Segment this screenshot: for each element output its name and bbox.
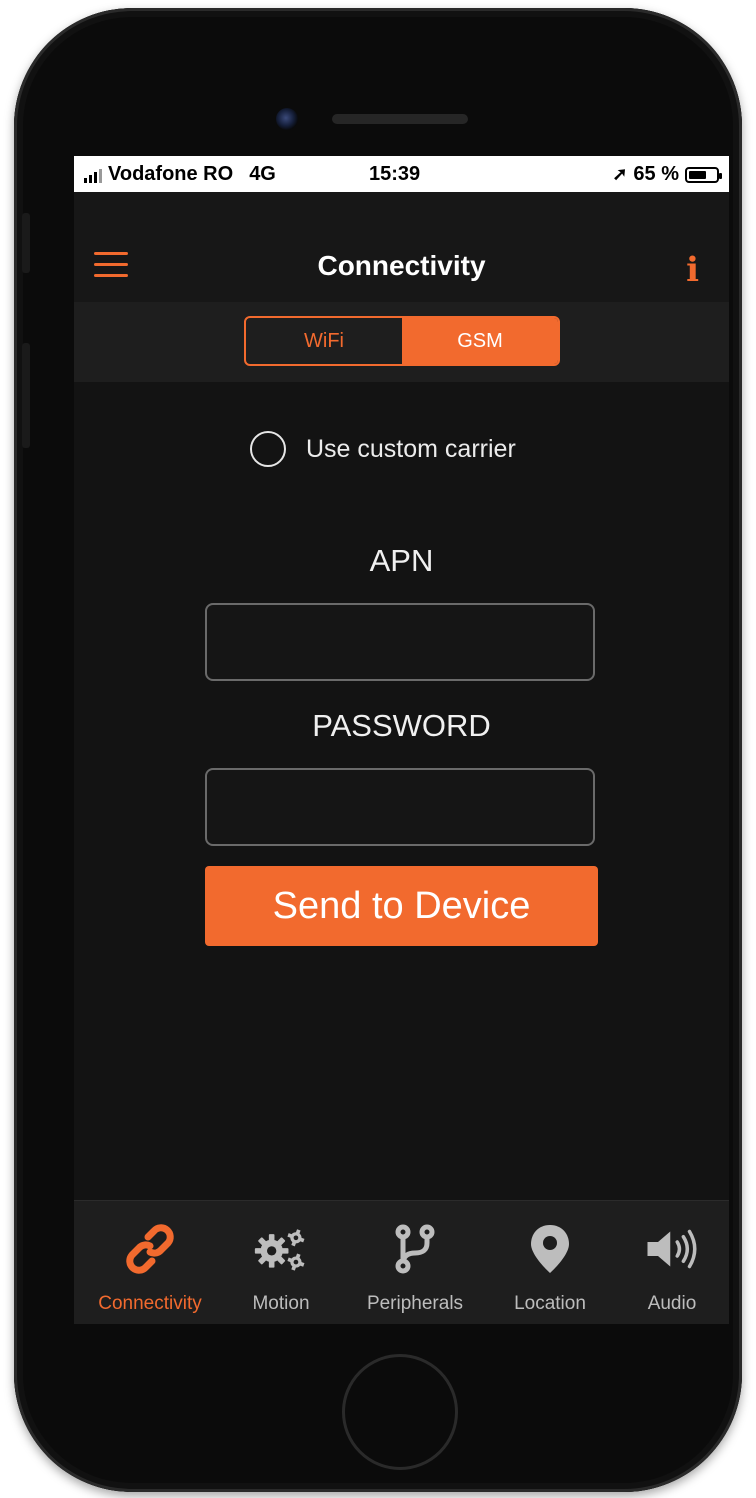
nav-bar: Connectivity i	[74, 192, 729, 303]
tab-location[interactable]: Location	[488, 1201, 612, 1324]
tab-label: Motion	[252, 1293, 310, 1314]
earpiece-speaker	[332, 114, 468, 124]
battery-icon	[685, 166, 722, 183]
bottom-tab-bar: Connectivity Motion Peripherals Location…	[74, 1200, 729, 1324]
map-pin-icon	[522, 1223, 578, 1275]
password-input[interactable]	[205, 768, 595, 846]
status-time: 15:39	[369, 163, 421, 185]
page-title: Connectivity	[317, 250, 486, 281]
status-right: ➚ 65 %	[612, 163, 722, 186]
tab-peripherals[interactable]: Peripherals	[350, 1201, 480, 1324]
tab-label: Connectivity	[98, 1293, 202, 1314]
password-label: PASSWORD	[312, 708, 491, 743]
tab-label: Peripherals	[366, 1293, 464, 1314]
tab-motion[interactable]: Motion	[226, 1201, 336, 1324]
status-bar: Vodafone RO 4G 15:39 ➚ 65 %	[74, 156, 729, 192]
battery-fill	[689, 170, 706, 179]
home-button[interactable]	[342, 1354, 458, 1470]
link-icon	[122, 1223, 178, 1275]
tab-wifi[interactable]: WiFi	[246, 318, 402, 364]
tab-label: Audio	[647, 1293, 697, 1314]
tab-gsm[interactable]: GSM	[402, 318, 558, 364]
connection-type-segmented: WiFi GSM	[244, 316, 560, 366]
apn-input[interactable]	[205, 603, 595, 681]
tab-label: Location	[514, 1293, 586, 1314]
app-screen: Vodafone RO 4G 15:39 ➚ 65 % Connectivity…	[74, 156, 729, 1324]
custom-carrier-label: Use custom carrier	[306, 434, 516, 463]
info-icon[interactable]: i	[686, 250, 699, 290]
tab-connectivity[interactable]: Connectivity	[82, 1201, 218, 1324]
volume-down-button	[22, 343, 30, 448]
custom-carrier-radio[interactable]	[250, 431, 286, 467]
front-camera	[276, 108, 298, 130]
carrier-name: Vodafone RO	[108, 163, 234, 185]
branch-icon	[387, 1223, 443, 1275]
apn-label: APN	[369, 543, 434, 578]
send-to-device-button[interactable]: Send to Device	[205, 866, 598, 946]
network-type: 4G	[249, 163, 276, 185]
status-left: Vodafone RO 4G	[84, 163, 276, 186]
segment-band: WiFi GSM	[74, 302, 729, 382]
battery-percent: 65 %	[633, 163, 679, 185]
gears-icon	[253, 1223, 309, 1275]
speaker-icon	[644, 1223, 700, 1275]
tab-audio[interactable]: Audio	[622, 1201, 722, 1324]
custom-carrier-option[interactable]: Use custom carrier	[250, 431, 516, 467]
location-arrow-icon: ➚	[612, 164, 628, 184]
volume-up-button	[22, 213, 30, 273]
signal-icon	[84, 167, 102, 183]
